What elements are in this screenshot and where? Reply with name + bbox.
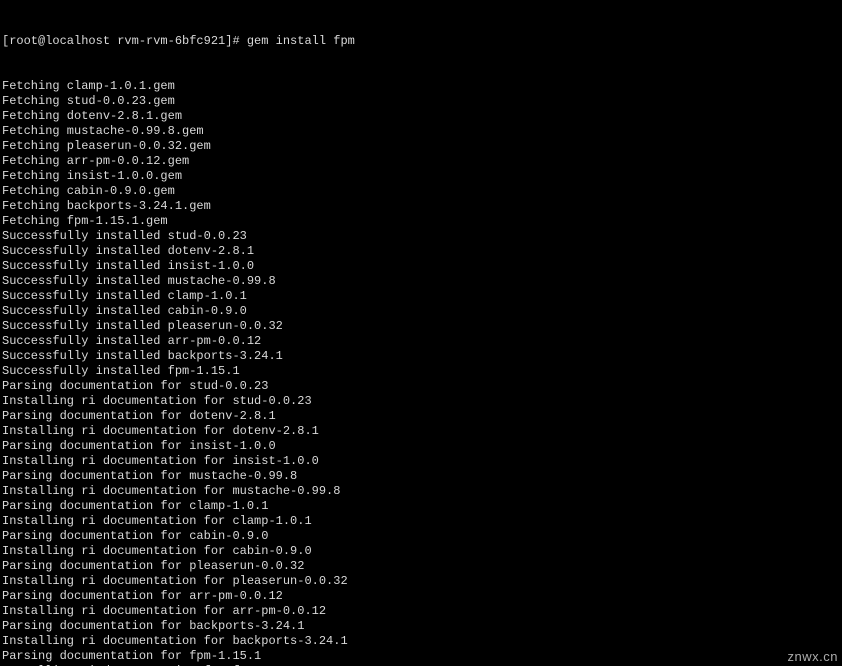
output-line: Installing ri documentation for clamp-1.… (2, 514, 840, 529)
output-line: Parsing documentation for mustache-0.99.… (2, 469, 840, 484)
output-line: Parsing documentation for arr-pm-0.0.12 (2, 589, 840, 604)
output-line: Fetching backports-3.24.1.gem (2, 199, 840, 214)
output-line: Installing ri documentation for cabin-0.… (2, 544, 840, 559)
output-line: Installing ri documentation for stud-0.0… (2, 394, 840, 409)
output-line: Parsing documentation for fpm-1.15.1 (2, 649, 840, 664)
output-line: Successfully installed mustache-0.99.8 (2, 274, 840, 289)
output-line: Successfully installed clamp-1.0.1 (2, 289, 840, 304)
output-line: Successfully installed dotenv-2.8.1 (2, 244, 840, 259)
output-line: Parsing documentation for clamp-1.0.1 (2, 499, 840, 514)
output-line: Installing ri documentation for insist-1… (2, 454, 840, 469)
output-line: Successfully installed backports-3.24.1 (2, 349, 840, 364)
output-line: Fetching insist-1.0.0.gem (2, 169, 840, 184)
output-line: Fetching dotenv-2.8.1.gem (2, 109, 840, 124)
output-line: Fetching arr-pm-0.0.12.gem (2, 154, 840, 169)
output-line: Successfully installed stud-0.0.23 (2, 229, 840, 244)
output-line: Fetching mustache-0.99.8.gem (2, 124, 840, 139)
output-line: Successfully installed fpm-1.15.1 (2, 364, 840, 379)
prompt-1-command: gem install fpm (247, 34, 355, 48)
output-line: Installing ri documentation for arr-pm-0… (2, 604, 840, 619)
terminal-output[interactable]: [root@localhost rvm-rvm-6bfc921]# gem in… (0, 0, 842, 666)
output-lines-container: Fetching clamp-1.0.1.gemFetching stud-0.… (2, 79, 840, 666)
output-line: Parsing documentation for stud-0.0.23 (2, 379, 840, 394)
output-line: Fetching pleaserun-0.0.32.gem (2, 139, 840, 154)
output-line: Installing ri documentation for mustache… (2, 484, 840, 499)
watermark: znwx.cn (788, 649, 838, 664)
output-line: Successfully installed pleaserun-0.0.32 (2, 319, 840, 334)
output-line: Parsing documentation for dotenv-2.8.1 (2, 409, 840, 424)
output-line: Installing ri documentation for pleaseru… (2, 574, 840, 589)
output-line: Installing ri documentation for dotenv-2… (2, 424, 840, 439)
output-line: Parsing documentation for pleaserun-0.0.… (2, 559, 840, 574)
output-line: Successfully installed cabin-0.9.0 (2, 304, 840, 319)
output-line: Successfully installed insist-1.0.0 (2, 259, 840, 274)
output-line: Fetching clamp-1.0.1.gem (2, 79, 840, 94)
output-line: Parsing documentation for backports-3.24… (2, 619, 840, 634)
output-line: Fetching fpm-1.15.1.gem (2, 214, 840, 229)
output-line: Parsing documentation for cabin-0.9.0 (2, 529, 840, 544)
prompt-line-1: [root@localhost rvm-rvm-6bfc921]# gem in… (2, 34, 840, 49)
output-line: Fetching stud-0.0.23.gem (2, 94, 840, 109)
output-line: Fetching cabin-0.9.0.gem (2, 184, 840, 199)
output-line: Parsing documentation for insist-1.0.0 (2, 439, 840, 454)
output-line: Successfully installed arr-pm-0.0.12 (2, 334, 840, 349)
output-line: Installing ri documentation for backport… (2, 634, 840, 649)
prompt-1-userhost: [root@localhost rvm-rvm-6bfc921]# (2, 34, 240, 48)
